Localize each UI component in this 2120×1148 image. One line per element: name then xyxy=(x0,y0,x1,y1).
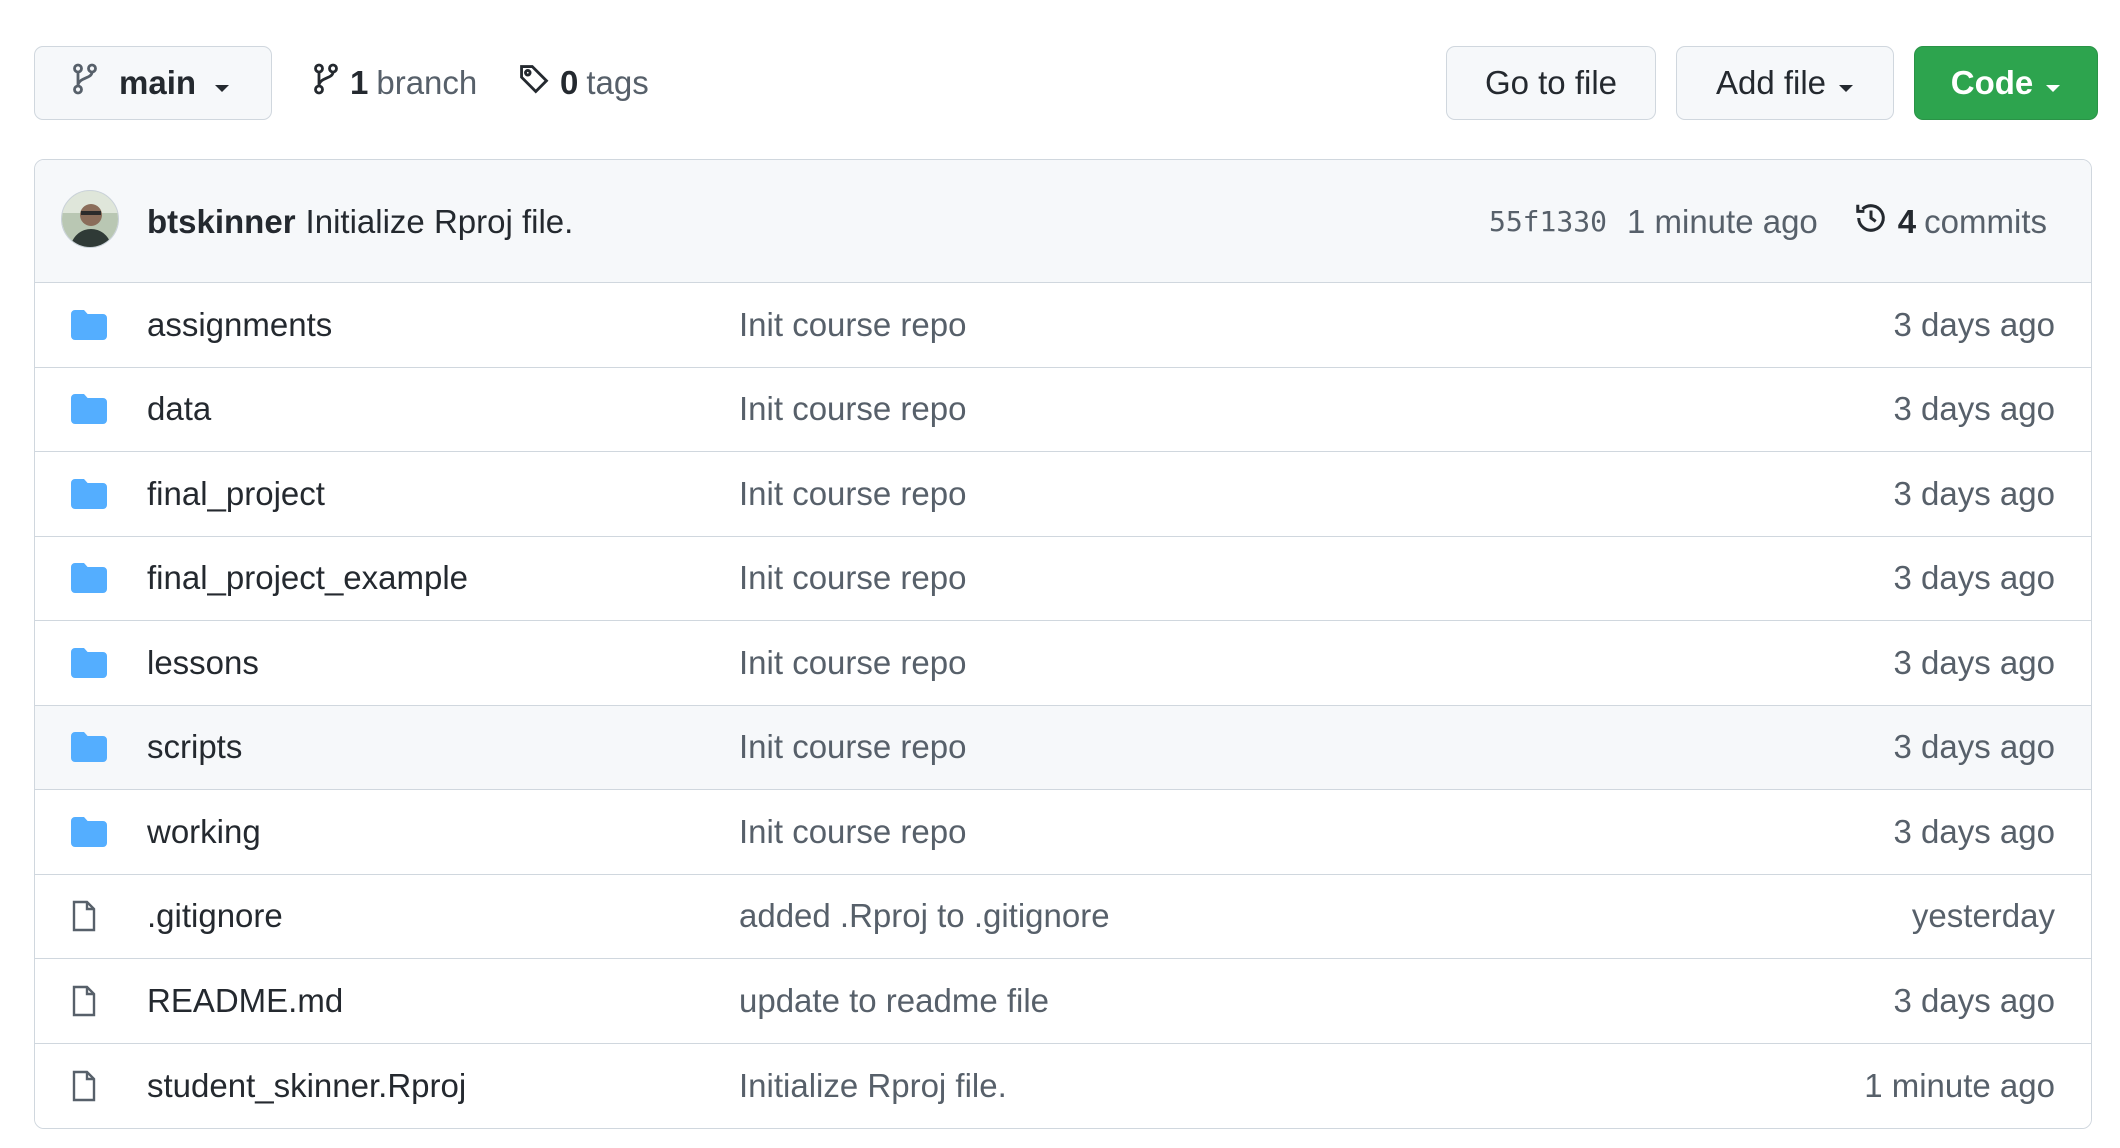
avatar[interactable] xyxy=(61,190,119,248)
add-file-label: Add file xyxy=(1715,64,1827,101)
file-commit-message[interactable]: Init course repo xyxy=(739,368,966,452)
file-name-link[interactable]: data xyxy=(147,368,211,452)
latest-commit-bar: btskinner Initialize Rproj file. 55f1330… xyxy=(35,160,2091,283)
chevron-down-icon xyxy=(214,64,230,102)
file-commit-age: 3 days ago xyxy=(1893,728,2055,766)
file-commit-age: 3 days ago xyxy=(1893,390,2055,428)
file-name-link[interactable]: lessons xyxy=(147,621,259,705)
file-commit-age: 3 days ago xyxy=(1893,981,2055,1019)
file-name-link[interactable]: assignments xyxy=(147,283,332,367)
commit-author[interactable]: btskinner xyxy=(147,203,296,241)
file-icon xyxy=(71,959,97,1043)
file-row[interactable]: data Init course repo 3 days ago xyxy=(35,367,2091,452)
add-file-button[interactable]: Add file xyxy=(1676,46,1894,120)
chevron-down-icon xyxy=(1838,64,1854,102)
folder-icon xyxy=(71,368,107,452)
file-name-link[interactable]: working xyxy=(147,790,261,874)
branch-count: 1 xyxy=(350,64,369,101)
file-commit-message[interactable]: Init course repo xyxy=(739,452,966,536)
file-commit-message[interactable]: added .Rproj to .gitignore xyxy=(739,875,1110,959)
tag-label: tags xyxy=(586,64,649,101)
file-commit-age: 1 minute ago xyxy=(1864,1066,2055,1104)
file-commit-message[interactable]: update to readme file xyxy=(739,959,1049,1043)
file-icon xyxy=(71,1044,97,1129)
file-commit-age: 3 days ago xyxy=(1893,474,2055,512)
file-row[interactable]: student_skinner.Rproj Initialize Rproj fi… xyxy=(35,1043,2091,1129)
file-commit-age: 3 days ago xyxy=(1893,812,2055,850)
commit-time: 1 minute ago xyxy=(1626,202,1818,240)
file-commit-age: 3 days ago xyxy=(1893,305,2055,343)
file-commit-age: 3 days ago xyxy=(1893,643,2055,681)
file-row[interactable]: assignments Init course repo 3 days ago xyxy=(35,283,2091,368)
file-row[interactable]: .gitignore added .Rproj to .gitignore yest… xyxy=(35,874,2091,959)
file-commit-age: 3 days ago xyxy=(1893,559,2055,597)
file-row[interactable]: final_project Init course repo 3 days ago xyxy=(35,452,2091,537)
file-commit-message[interactable]: Init course repo xyxy=(739,621,966,705)
commit-sha[interactable]: 55f1330 xyxy=(1489,205,1607,238)
branch-label: branch xyxy=(376,64,478,101)
file-commit-age: yesterday xyxy=(1911,897,2055,935)
commit-summary: btskinner Initialize Rproj file. xyxy=(147,160,573,283)
folder-icon xyxy=(71,537,107,621)
branch-select-button[interactable]: main xyxy=(34,46,272,120)
file-commit-message[interactable]: Init course repo xyxy=(739,283,966,367)
folder-icon xyxy=(71,790,107,874)
chevron-down-icon xyxy=(2045,64,2061,102)
file-list: assignments Init course repo 3 days ago dat… xyxy=(35,283,2091,1128)
file-commit-message[interactable]: Init course repo xyxy=(739,706,966,790)
git-branch-icon xyxy=(71,63,99,103)
commit-meta: 55f1330 1 minute ago 4 commits xyxy=(1489,160,2047,283)
file-row[interactable]: scripts Init course repo 3 days ago xyxy=(35,705,2091,790)
file-name-link[interactable]: .gitignore xyxy=(147,875,283,959)
code-button[interactable]: Code xyxy=(1914,46,2098,120)
repo-toolbar: main 1 branch 0 tags Go to file Add file xyxy=(34,46,2098,122)
commit-label: commits xyxy=(1924,202,2047,240)
folder-icon xyxy=(71,452,107,536)
file-row[interactable]: working Init course repo 3 days ago xyxy=(35,790,2091,875)
tag-icon xyxy=(518,63,550,103)
file-row[interactable]: README.md update to readme file 3 days ago xyxy=(35,959,2091,1044)
git-branch-icon xyxy=(312,63,340,103)
file-name-link[interactable]: final_project_example xyxy=(147,537,468,621)
commits-link[interactable]: 4 commits xyxy=(1854,201,2047,243)
file-browser: btskinner Initialize Rproj file. 55f1330… xyxy=(34,159,2092,1129)
file-name-link[interactable]: final_project xyxy=(147,452,325,536)
file-name-link[interactable]: scripts xyxy=(147,706,242,790)
file-name-link[interactable]: README.md xyxy=(147,959,343,1043)
file-commit-message[interactable]: Init course repo xyxy=(739,790,966,874)
tag-count: 0 xyxy=(560,64,579,101)
file-row[interactable]: final_project_example Init course repo 3 d… xyxy=(35,536,2091,621)
branch-name: main xyxy=(119,64,197,101)
branches-link[interactable]: 1 branch xyxy=(312,46,477,120)
file-commit-message[interactable]: Initialize Rproj file. xyxy=(739,1044,1007,1129)
commit-message[interactable]: Initialize Rproj file. xyxy=(306,203,574,241)
file-commit-message[interactable]: Init course repo xyxy=(739,537,966,621)
folder-icon xyxy=(71,706,107,790)
folder-icon xyxy=(71,621,107,705)
commit-count: 4 xyxy=(1897,202,1917,240)
tags-link[interactable]: 0 tags xyxy=(518,46,649,120)
go-to-file-button[interactable]: Go to file xyxy=(1446,46,1656,120)
history-icon xyxy=(1854,201,1888,243)
file-name-link[interactable]: student_skinner.Rproj xyxy=(147,1044,466,1129)
file-icon xyxy=(71,875,97,959)
folder-icon xyxy=(71,283,107,367)
code-label: Code xyxy=(1950,64,2034,101)
file-row[interactable]: lessons Init course repo 3 days ago xyxy=(35,621,2091,706)
